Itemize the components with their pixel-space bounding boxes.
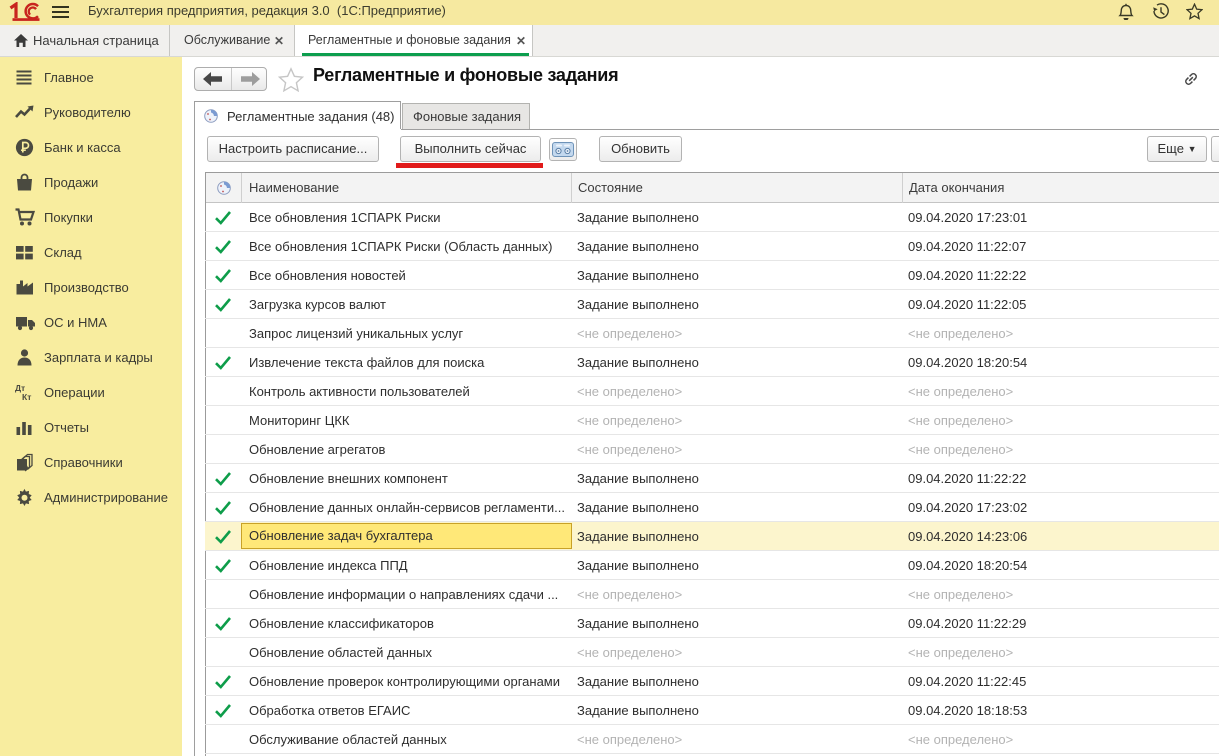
svg-text:Кт: Кт — [22, 392, 31, 402]
